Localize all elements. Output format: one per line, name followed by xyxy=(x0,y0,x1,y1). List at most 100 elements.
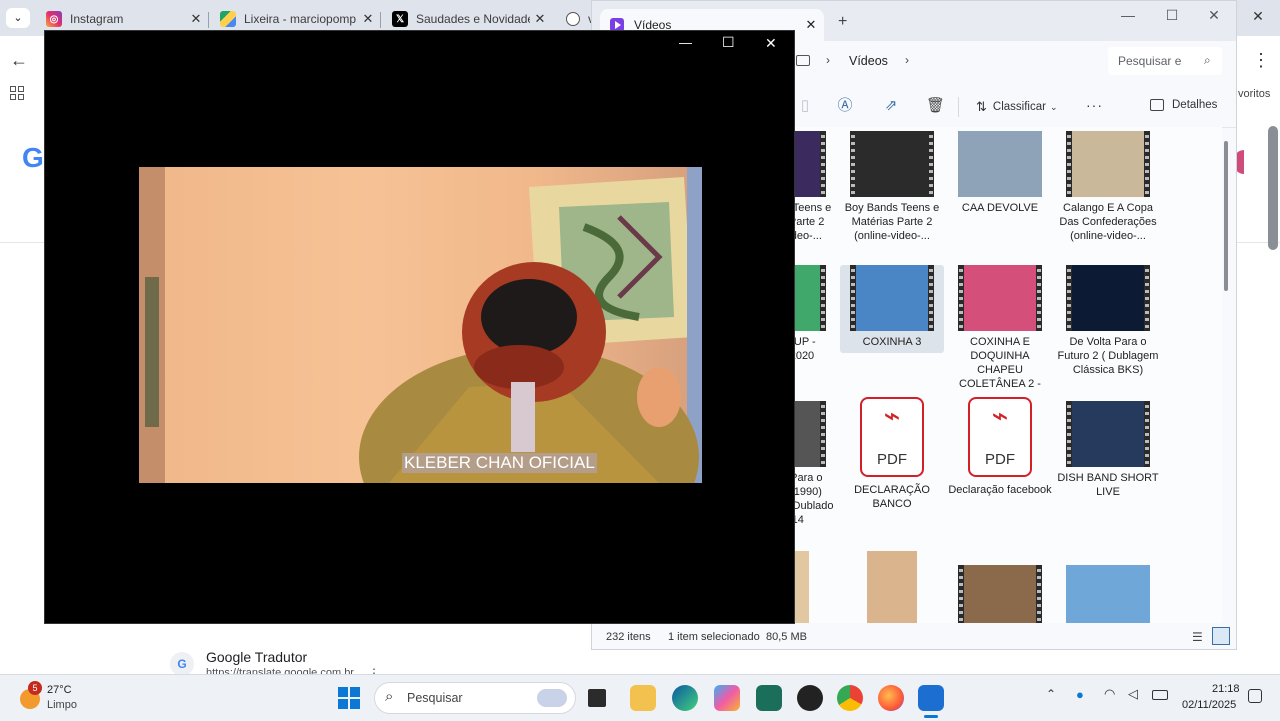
filmstrip-frame xyxy=(958,565,1042,623)
rename-icon[interactable]: Ⓐ xyxy=(836,97,854,115)
browser-menu-icon[interactable]: ⋮ xyxy=(1252,50,1270,71)
translate-favicon: G xyxy=(170,652,194,676)
browser-close-button[interactable]: ✕ xyxy=(1246,8,1270,28)
video-subtitle: KLEBER CHAN OFICIAL xyxy=(402,453,597,473)
media-app-icon[interactable] xyxy=(797,685,823,711)
chevron-down-icon: ⌄ xyxy=(1049,101,1058,112)
delete-icon[interactable]: 🗑 xyxy=(926,97,945,115)
minimize-icon[interactable]: — xyxy=(1106,7,1150,25)
file-item[interactable]: COXINHA E DOQUINHA CHAPEU COLETÂNEA 2 - xyxy=(948,265,1052,391)
x-logo-icon: 𝕏 xyxy=(392,11,408,27)
filmstrip-frame xyxy=(850,265,934,331)
firefox-icon[interactable] xyxy=(878,685,904,711)
filmstrip-frame xyxy=(1066,265,1150,331)
new-tab-button[interactable]: + xyxy=(838,13,847,31)
edge-icon[interactable] xyxy=(672,685,698,711)
breadcrumb-chevron-icon[interactable]: › xyxy=(905,53,909,67)
taskbar-search-placeholder: Pesquisar xyxy=(407,691,463,705)
tab-list-button[interactable]: ⌄ xyxy=(6,8,30,28)
file-name: Declaração facebook xyxy=(948,484,1052,496)
details-button[interactable]: Detalhes xyxy=(1150,99,1217,111)
details-pane-icon xyxy=(1150,99,1164,111)
maximize-icon[interactable]: ☐ xyxy=(1150,7,1194,25)
tab-title: Saudades e Novidade xyxy=(416,12,530,26)
file-item[interactable]: ⌁ PDF Declaração facebook xyxy=(948,397,1052,497)
result-title[interactable]: Google Tradutor xyxy=(206,649,307,665)
explorer-status-bar: 232 itens 1 item selecionado 80,5 MB ☰ xyxy=(592,627,1236,649)
back-arrow-icon[interactable]: ← xyxy=(10,50,28,71)
player-close-button[interactable]: ✕ xyxy=(765,35,777,52)
close-icon[interactable]: ✕ xyxy=(1192,7,1236,25)
page-scrollbar[interactable] xyxy=(1268,126,1278,250)
breadcrumb[interactable]: Vídeos xyxy=(849,54,888,68)
file-item[interactable]: De Volta Para o Futuro 2 ( Dublagem Clás… xyxy=(1056,265,1160,377)
player-minimize-button[interactable]: — xyxy=(679,35,692,50)
file-explorer-icon[interactable] xyxy=(630,685,656,711)
close-tab-icon[interactable]: ✕ xyxy=(358,11,378,27)
file-item[interactable]: LIBÉREZ VOTRE CORPS xyxy=(1056,551,1160,623)
file-item[interactable] xyxy=(840,551,944,623)
file-item[interactable]: DISH BAND SHORT LIVE xyxy=(1056,401,1160,499)
notifications-icon[interactable] xyxy=(1248,689,1262,703)
bookmarks-folder-label[interactable]: voritos xyxy=(1238,88,1270,100)
close-tab-icon[interactable]: ✕ xyxy=(798,17,824,33)
file-item[interactable]: Boy Bands Teens e Matérias Parte 2 (onli… xyxy=(840,131,944,243)
copy-icon[interactable]: ▯ xyxy=(796,97,814,115)
search-input[interactable]: Pesquisar e ⌕ xyxy=(1108,47,1222,75)
tiles-view-icon[interactable] xyxy=(1212,627,1230,645)
details-label: Detalhes xyxy=(1172,99,1218,111)
file-item[interactable]: COXINHA 3 xyxy=(840,265,944,353)
item-count: 232 itens xyxy=(606,631,651,643)
google-logo: G xyxy=(22,142,44,173)
share-icon[interactable]: ⇗ xyxy=(882,97,900,115)
search-highlight-icon xyxy=(537,689,567,707)
globe-icon xyxy=(566,12,580,26)
image-thumbnail xyxy=(958,131,1042,197)
tray-chevron-icon[interactable]: ⌃ xyxy=(1046,687,1056,701)
microphone-icon[interactable]: ● xyxy=(1076,687,1084,702)
file-name: COXINHA 3 xyxy=(862,336,922,348)
search-placeholder: Pesquisar e xyxy=(1118,54,1182,68)
video-frame[interactable]: KLEBER CHAN OFICIAL xyxy=(139,167,702,483)
close-tab-icon[interactable]: ✕ xyxy=(530,11,550,27)
pdf-file-icon: ⌁ PDF xyxy=(860,397,924,477)
file-item[interactable]: CAA DEVOLVE xyxy=(948,131,1052,215)
player-maximize-button[interactable]: ☐ xyxy=(722,34,735,51)
instagram-icon: ◎ xyxy=(46,11,62,27)
weather-widget[interactable]: 5 27°C Limpo xyxy=(18,681,108,715)
app-icon[interactable] xyxy=(756,685,782,711)
drive-icon xyxy=(220,11,236,27)
wifi-icon[interactable]: ◠ xyxy=(1104,686,1115,702)
media-player-icon[interactable] xyxy=(918,685,944,711)
file-item[interactable]: Calango E A Copa Das Confederações (onli… xyxy=(1056,131,1160,243)
weather-badge: 5 xyxy=(28,681,42,695)
filmstrip-frame xyxy=(1066,401,1150,467)
chrome-icon[interactable] xyxy=(837,685,863,711)
sort-button[interactable]: ⇅ Classificar ⌄ xyxy=(976,99,1058,115)
vertical-scrollbar[interactable] xyxy=(1224,141,1228,291)
file-item[interactable]: ⌁ PDF DECLARAÇÃO BANCO xyxy=(840,397,944,511)
clock-date[interactable]: 02/11/2025 xyxy=(1182,699,1236,711)
weather-temp: 27°C xyxy=(47,684,72,696)
file-item[interactable] xyxy=(948,551,1052,623)
file-name: DECLARAÇÃO BANCO xyxy=(854,484,930,510)
search-icon: ⌕ xyxy=(1204,53,1211,67)
copilot-icon[interactable] xyxy=(714,685,740,711)
file-name: Calango E A Copa Das Confederações (onli… xyxy=(1059,202,1157,242)
cmd-divider xyxy=(958,97,959,117)
clock-time[interactable]: 21:18 xyxy=(1212,683,1240,695)
start-button[interactable] xyxy=(338,687,360,709)
task-view-icon[interactable] xyxy=(588,689,606,707)
details-view-icon[interactable]: ☰ xyxy=(1192,630,1203,644)
volume-icon[interactable]: ◁ xyxy=(1128,686,1138,702)
battery-icon[interactable] xyxy=(1152,690,1168,700)
sort-label: Classificar xyxy=(992,101,1046,113)
video-thumbnail xyxy=(850,265,934,331)
more-options-button[interactable]: ··· xyxy=(1086,97,1103,113)
apps-grid-icon[interactable] xyxy=(10,86,24,100)
active-app-indicator xyxy=(924,715,938,718)
taskbar-search-box[interactable]: ⌕ Pesquisar xyxy=(374,682,576,714)
sort-icon: ⇅ xyxy=(976,99,987,114)
close-tab-icon[interactable]: ✕ xyxy=(186,11,206,27)
breadcrumb-chevron-icon: › xyxy=(826,53,830,67)
